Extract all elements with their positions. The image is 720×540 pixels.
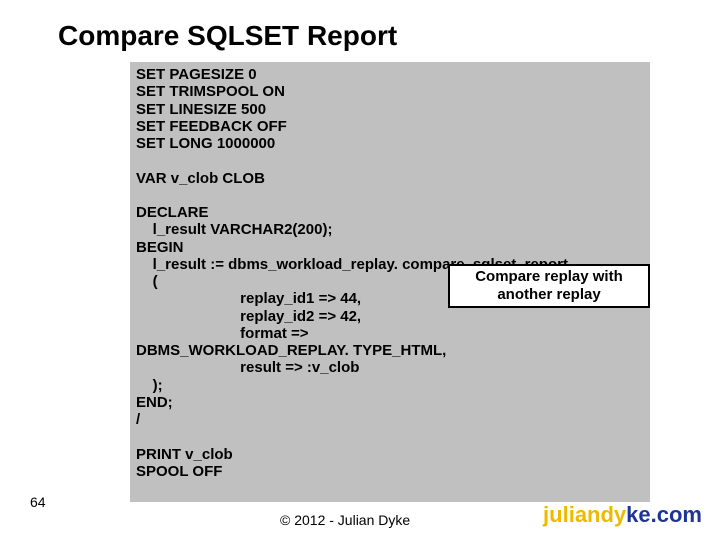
brand-part-a: juliandy	[543, 502, 626, 527]
copyright-text: © 2012 - Julian Dyke	[280, 512, 410, 528]
brand-part-b: ke.com	[626, 502, 702, 527]
page-number: 64	[30, 494, 46, 510]
footer-brand: juliandyke.com	[543, 502, 702, 528]
annotation-callout: Compare replay with another replay	[448, 264, 650, 308]
slide-title: Compare SQLSET Report	[58, 20, 397, 52]
